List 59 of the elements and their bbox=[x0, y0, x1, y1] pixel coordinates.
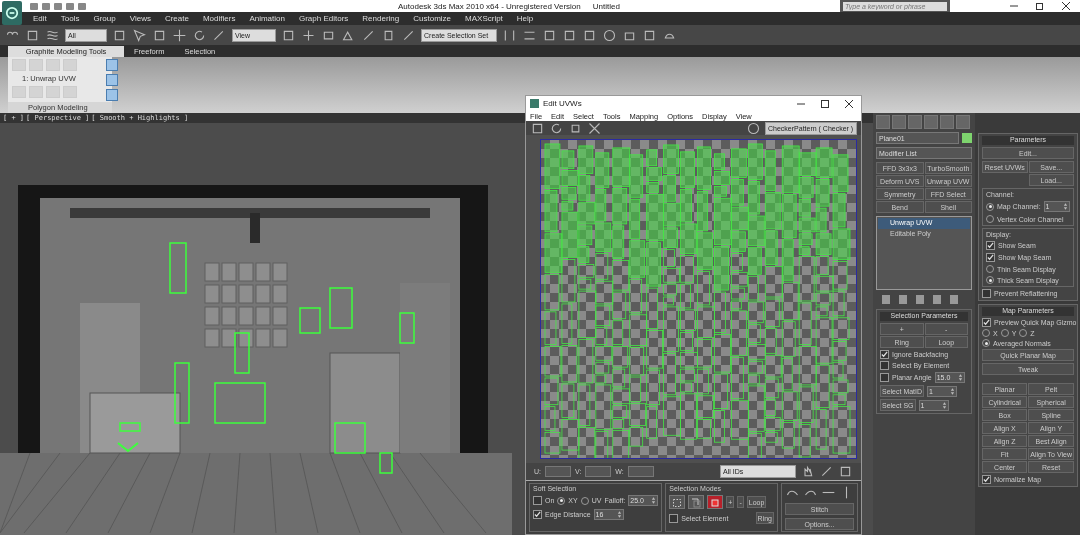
checkbox[interactable] bbox=[880, 361, 889, 370]
menu-item[interactable]: Rendering bbox=[362, 14, 400, 23]
spinner-arrows-icon[interactable] bbox=[957, 373, 963, 382]
checkbox[interactable] bbox=[986, 253, 995, 262]
menu-item[interactable]: Customize bbox=[413, 14, 452, 23]
texture-icon[interactable] bbox=[746, 120, 761, 136]
dialog-title: Edit UVWs bbox=[543, 99, 582, 109]
edge-mode-button[interactable] bbox=[688, 495, 705, 509]
checkbox[interactable] bbox=[982, 475, 991, 484]
checkbox[interactable] bbox=[986, 241, 995, 250]
spinner-arrows-icon[interactable] bbox=[950, 386, 956, 396]
toolbar-icon[interactable] bbox=[819, 464, 834, 479]
ribbon-side-icon[interactable] bbox=[106, 74, 118, 86]
checkbox[interactable] bbox=[982, 289, 991, 298]
menu-item[interactable]: Modifiers bbox=[202, 14, 236, 23]
menu-item[interactable]: MAXScript bbox=[465, 14, 503, 23]
menu-item[interactable]: Edit bbox=[33, 14, 47, 23]
menu-item[interactable]: Tools bbox=[60, 14, 80, 23]
document-name: Untitled bbox=[592, 1, 620, 11]
toolbar-icon[interactable] bbox=[587, 120, 602, 136]
spinner-arrows-icon[interactable] bbox=[616, 510, 622, 519]
menu-item[interactable]: Views bbox=[129, 14, 151, 23]
menu-item[interactable]: Graph Editors bbox=[298, 14, 349, 23]
checkbox[interactable] bbox=[533, 510, 542, 519]
checkbox[interactable] bbox=[982, 318, 991, 327]
face-mode-button[interactable] bbox=[707, 495, 724, 509]
coordinate-field[interactable] bbox=[585, 466, 612, 477]
spinner-arrows-icon[interactable] bbox=[651, 496, 657, 505]
maximize-icon[interactable] bbox=[821, 99, 829, 108]
menu-item[interactable]: Create bbox=[164, 14, 189, 23]
checkbox[interactable] bbox=[880, 350, 889, 359]
checkbox[interactable] bbox=[669, 513, 679, 523]
ribbon-side-icon[interactable] bbox=[106, 89, 118, 101]
checkbox[interactable] bbox=[533, 496, 542, 505]
dotted-square-icon bbox=[672, 498, 683, 508]
menu-item[interactable]: Animation bbox=[249, 14, 285, 23]
toolbar-icon[interactable] bbox=[172, 27, 187, 43]
vertex-mode-button[interactable] bbox=[669, 495, 686, 509]
restore-icon[interactable] bbox=[1036, 2, 1044, 10]
toolbar-icon[interactable] bbox=[132, 27, 147, 43]
spinner-arrows-icon[interactable] bbox=[1063, 202, 1068, 211]
checkbox[interactable] bbox=[880, 373, 889, 382]
window-title: Autodesk 3ds Max 2010 x64 - Unregistered Version bbox=[398, 1, 581, 11]
close-icon[interactable] bbox=[1062, 2, 1070, 10]
toolbar-icon[interactable] bbox=[602, 27, 617, 43]
object-color-swatch[interactable] bbox=[962, 133, 972, 143]
app-logo-icon[interactable] bbox=[2, 1, 22, 25]
menu-item[interactable]: Group bbox=[93, 14, 116, 23]
square-outline-icon bbox=[691, 498, 702, 508]
coordinate-field[interactable] bbox=[627, 466, 654, 477]
app-icon bbox=[530, 99, 539, 109]
close-icon[interactable] bbox=[845, 99, 853, 108]
ribbon-side-icon[interactable] bbox=[106, 59, 118, 71]
toolbar-icon[interactable] bbox=[838, 464, 853, 479]
square-icon bbox=[710, 498, 721, 508]
minimize-icon[interactable] bbox=[1010, 2, 1018, 10]
menu-item[interactable]: Help bbox=[516, 14, 534, 23]
spinner-arrows-icon[interactable] bbox=[941, 400, 947, 410]
coordinate-field[interactable] bbox=[545, 466, 571, 477]
